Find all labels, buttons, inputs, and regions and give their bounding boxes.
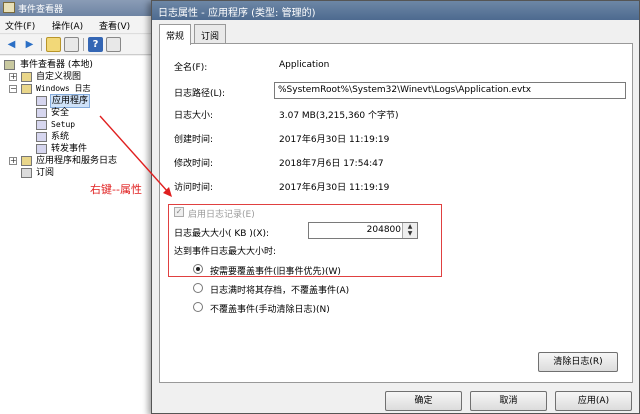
menu-view[interactable]: 查看(V) [99, 19, 130, 32]
menu-action[interactable]: 操作(A) [52, 19, 83, 32]
modified-label: 修改时间: [174, 159, 214, 169]
help-icon[interactable]: ? [88, 37, 103, 52]
radio-archive-when-full[interactable] [193, 283, 203, 293]
forward-arrow-icon[interactable]: ▶ [22, 37, 37, 52]
log-path-label: 日志路径(L): [174, 89, 226, 99]
log-properties-dialog: 日志属性 - 应用程序 (类型: 管理的) 常规 订阅 全名(F): Appli… [151, 0, 640, 414]
navigation-tree: 事件查看器 (本地) + 自定义视图 − Windows 日志 应用程序 安全 … [0, 56, 170, 414]
accessed-value: 2017年6月30日 11:19:19 [279, 183, 390, 193]
overwrite-as-needed-label: 按需要覆盖事件(旧事件优先)(W) [210, 267, 341, 277]
on-max-size-label: 达到事件日志最大大小时: [174, 247, 277, 257]
max-size-label: 日志最大大小( KB )(X): [174, 229, 270, 239]
radio-selected-dot [196, 267, 200, 271]
log-size-value: 3.07 MB(3,215,360 个字节) [279, 111, 399, 121]
event-viewer-titlebar: 事件查看器 [0, 0, 170, 16]
menu-file[interactable]: 文件(F) [5, 19, 35, 32]
tree-item-application[interactable]: 应用程序 [2, 94, 162, 108]
tab-subscriptions[interactable]: 订阅 [194, 24, 227, 44]
tree-item-security[interactable]: 安全 [2, 107, 162, 119]
log-icon [36, 96, 47, 106]
folder-up-icon[interactable] [46, 37, 61, 52]
created-label: 创建时间: [174, 135, 214, 145]
tree-item-setup[interactable]: Setup [2, 119, 162, 131]
tab-general[interactable]: 常规 [159, 24, 192, 45]
enable-logging-checkbox[interactable]: ✓ [174, 207, 184, 217]
dialog-title: 日志属性 - 应用程序 (类型: 管理的) [158, 8, 316, 19]
collapse-minus-icon[interactable]: − [9, 85, 17, 93]
toolbar: ◀ ▶ ? [0, 35, 170, 55]
log-icon [36, 120, 47, 130]
max-size-spinner: ▲ ▼ [402, 223, 417, 238]
toolbar-separator [41, 38, 42, 51]
log-size-label: 日志大小: [174, 111, 214, 121]
archive-when-full-label: 日志满时将其存档，不覆盖事件(A) [210, 286, 350, 296]
tree-item-forwarded-events[interactable]: 转发事件 [2, 143, 162, 155]
menu-bar: 文件(F) 操作(A) 查看(V) [0, 16, 170, 34]
tree-item-subscriptions[interactable]: 订阅 [2, 167, 162, 179]
properties-pane-icon[interactable] [106, 37, 121, 52]
created-value: 2017年6月30日 11:19:19 [279, 135, 390, 145]
toolbar-separator [83, 38, 84, 51]
do-not-overwrite-label: 不覆盖事件(手动清除日志)(N) [210, 305, 330, 315]
enable-logging-label: 启用日志记录(E) [188, 210, 255, 220]
radio-overwrite-as-needed[interactable] [193, 264, 203, 274]
ok-button[interactable]: 确定 [385, 391, 462, 411]
back-arrow-icon[interactable]: ◀ [4, 37, 19, 52]
event-viewer-node-icon [4, 60, 15, 70]
log-icon [36, 144, 47, 154]
spin-up-icon[interactable]: ▲ [403, 223, 417, 230]
log-icon [36, 132, 47, 142]
full-name-label: 全名(F): [174, 63, 208, 73]
annotation-text: 右键--属性 [90, 183, 142, 196]
event-viewer-window: 事件查看器 文件(F) 操作(A) 查看(V) ◀ ▶ ? 事件查看器 (本地)… [0, 0, 170, 414]
cancel-button[interactable]: 取消 [470, 391, 547, 411]
tree-item-system[interactable]: 系统 [2, 131, 162, 143]
log-path-field[interactable]: %SystemRoot%\System32\Winevt\Logs\Applic… [274, 82, 626, 99]
clear-log-button[interactable]: 清除日志(R) [538, 352, 618, 372]
tree-item-root[interactable]: 事件查看器 (本地) [2, 59, 162, 71]
dialog-titlebar[interactable]: 日志属性 - 应用程序 (类型: 管理的) [152, 1, 639, 20]
spin-down-icon[interactable]: ▼ [403, 230, 417, 237]
tree-item-app-service-logs[interactable]: + 应用程序和服务日志 [2, 155, 162, 167]
apply-button[interactable]: 应用(A) [555, 391, 632, 411]
folder-icon [21, 84, 32, 94]
expand-plus-icon[interactable]: + [9, 73, 17, 81]
folder-icon [21, 72, 32, 82]
general-tab-panel: 全名(F): Application 日志路径(L): %SystemRoot%… [159, 43, 633, 383]
folder-icon [21, 156, 32, 166]
expand-plus-icon[interactable]: + [9, 157, 17, 165]
show-hide-tree-icon[interactable] [64, 37, 79, 52]
accessed-label: 访问时间: [174, 183, 214, 193]
modified-value: 2018年7月6日 17:54:47 [279, 159, 384, 169]
tree-item-custom-views[interactable]: + 自定义视图 [2, 71, 162, 83]
log-icon [36, 108, 47, 118]
event-viewer-title: 事件查看器 [18, 5, 64, 15]
radio-do-not-overwrite[interactable] [193, 302, 203, 312]
subscription-icon [21, 168, 32, 178]
full-name-value: Application [279, 60, 330, 70]
event-viewer-app-icon [3, 2, 15, 13]
